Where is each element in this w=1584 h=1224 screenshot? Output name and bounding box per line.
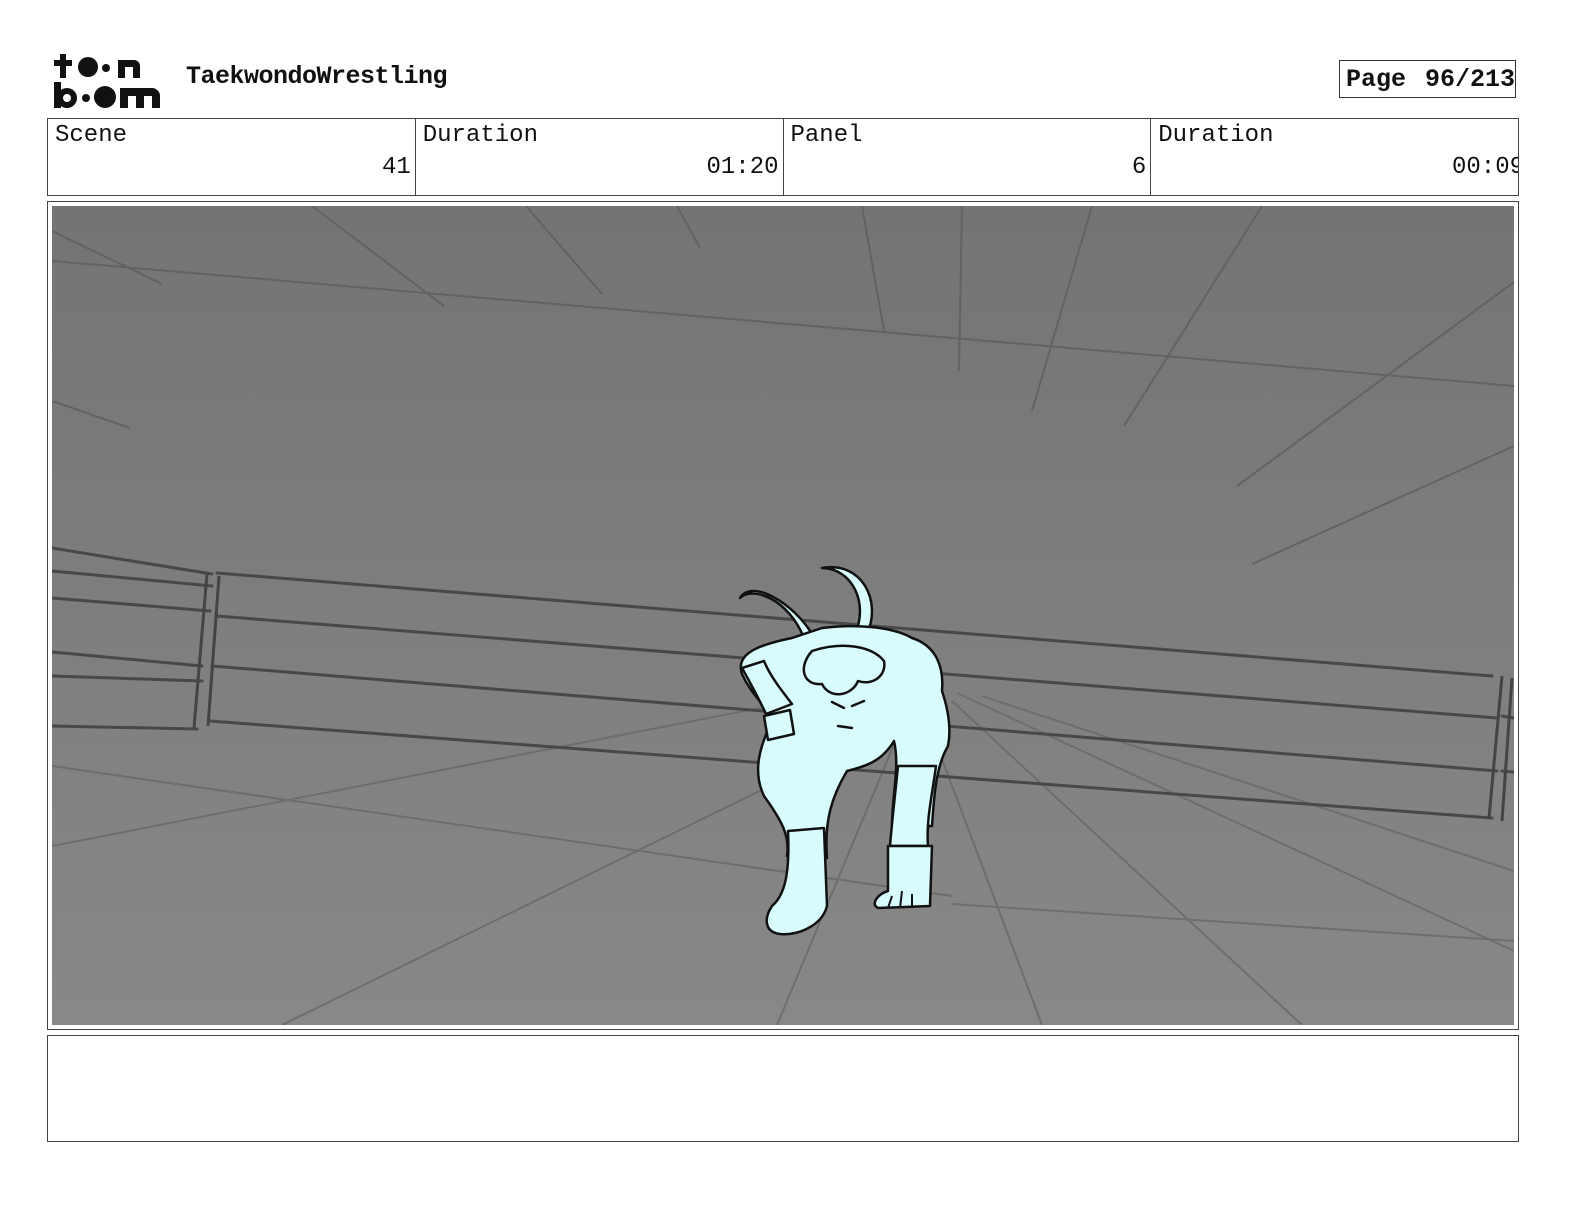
panel-duration-cell: Duration 00:09 [1151, 119, 1518, 195]
panel-duration-value: 00:09 [1451, 154, 1518, 181]
panel-value: 6 [1131, 154, 1147, 181]
panel-drawing [52, 206, 1514, 1025]
page-number: 96/213 [1424, 64, 1515, 94]
scene-label: Scene [55, 122, 128, 149]
scene-value: 41 [381, 154, 411, 181]
panel-duration-label: Duration [1158, 122, 1274, 149]
panel-notes [47, 1035, 1519, 1142]
page-label: Page [1346, 64, 1407, 94]
toon-boom-logo [52, 50, 162, 112]
project-title: TaekwondoWrestling [186, 62, 448, 91]
panel-info-row: Scene 41 Duration 01:20 Panel 6 Duration… [47, 118, 1519, 196]
scene-duration-cell: Duration 01:20 [416, 119, 784, 195]
panel-label: Panel [790, 122, 863, 149]
scene-duration-label: Duration [422, 122, 538, 149]
storyboard-panel [47, 201, 1519, 1030]
page-indicator: Page 96/213 [1339, 60, 1516, 98]
scene-duration-value: 01:20 [706, 154, 779, 181]
scene-cell: Scene 41 [48, 119, 416, 195]
panel-cell: Panel 6 [784, 119, 1152, 195]
